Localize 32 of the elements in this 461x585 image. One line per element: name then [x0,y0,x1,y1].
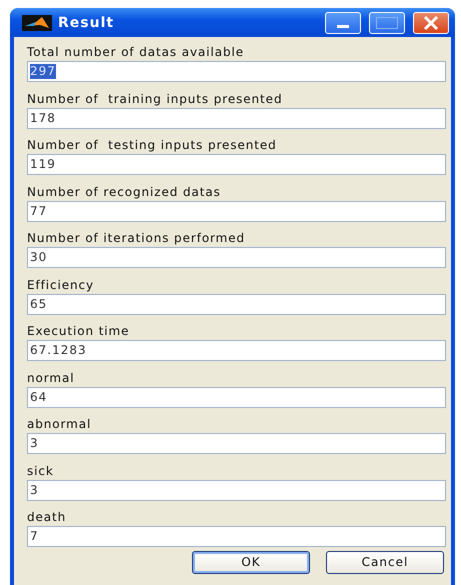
text-field[interactable]: 65 [27,294,446,314]
text-field[interactable]: 64 [27,386,446,408]
maximize-button[interactable] [369,12,405,34]
text-field[interactable]: 3 [27,480,446,500]
text-field[interactable]: 77 [27,200,446,222]
text-field[interactable]: 3 [27,433,446,454]
minimize-icon [337,25,349,28]
text-field[interactable]: 297 [27,61,446,82]
field-label: Number of recognized datas [27,184,222,200]
close-icon [421,14,441,30]
field-label: death [27,509,68,526]
field-label: Number of iterations performed [27,230,246,247]
window-title: Result [58,14,116,30]
text-field[interactable]: 7 [27,526,446,547]
cancel-button[interactable]: Cancel [326,550,444,574]
field-label: sick [27,462,55,480]
close-button[interactable] [413,12,449,34]
field-label: normal [27,370,76,386]
text-field[interactable]: 119 [27,154,446,175]
minimize-button[interactable] [325,12,361,34]
field-label: Execution time [27,323,130,340]
field-label: abnormal [27,416,92,433]
ok-button[interactable]: OK [192,550,310,574]
text-field[interactable]: 30 [27,247,446,268]
field-label: Number of testing inputs presented [27,137,278,154]
field-label: Total number of datas available [27,44,246,61]
text-field[interactable]: 178 [27,108,446,128]
field-label: Number of training inputs presented [27,90,284,108]
field-label: Efficiency [27,276,95,294]
app-logo-icon [22,14,52,30]
maximize-icon [376,16,398,28]
text-field[interactable]: 67.1283 [27,340,446,361]
